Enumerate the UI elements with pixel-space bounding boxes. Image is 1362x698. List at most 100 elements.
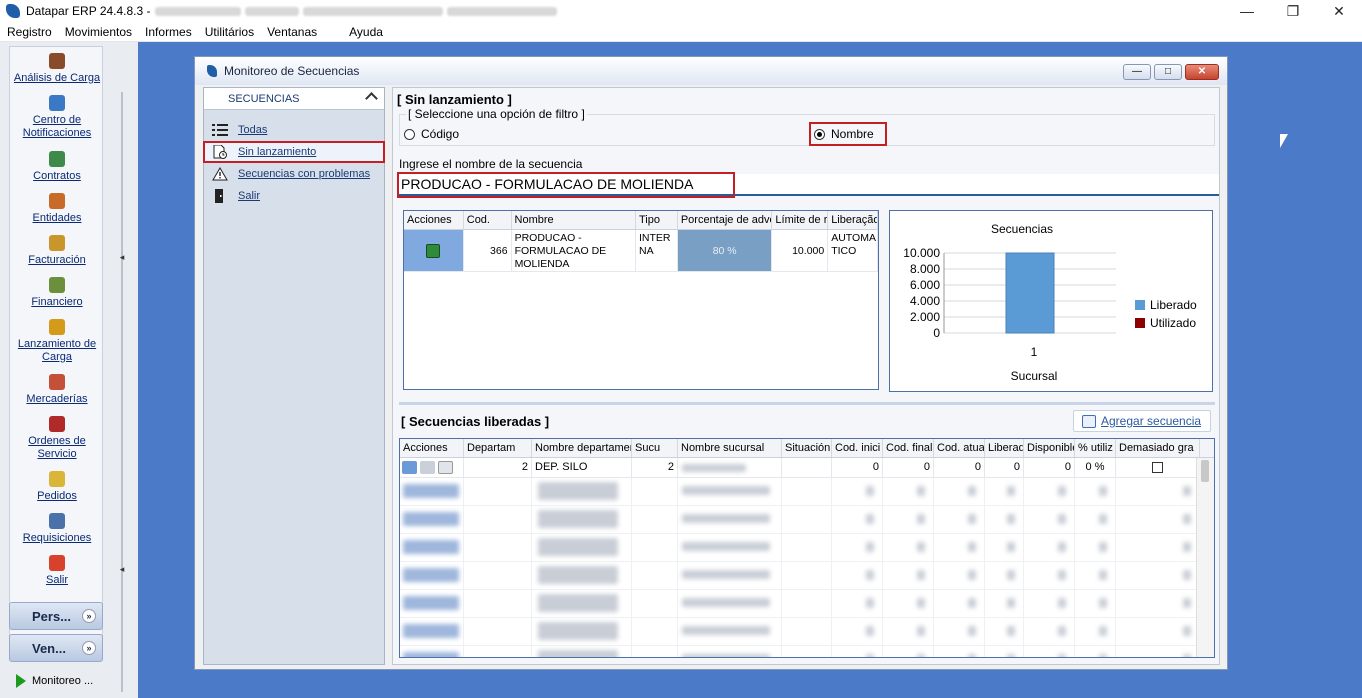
menu-registro[interactable]: Registro <box>7 25 52 39</box>
menu-ventanas[interactable]: Ventanas <box>267 25 317 39</box>
table-row[interactable] <box>400 646 1214 657</box>
col-cod[interactable]: Cod. <box>464 211 512 229</box>
chevron-down-icon[interactable]: » <box>82 609 96 623</box>
vertical-scrollbar[interactable] <box>1196 458 1214 657</box>
accordion-personal[interactable]: Pers... » <box>9 602 103 630</box>
sidebar-item-pedidos[interactable]: Pedidos <box>10 471 104 503</box>
menu-ayuda[interactable]: Ayuda <box>349 25 383 39</box>
menu-utilitarios[interactable]: Utilitários <box>205 25 254 39</box>
col-situacion[interactable]: Situación <box>782 439 832 457</box>
col-liberacao[interactable]: Liberação <box>828 211 878 229</box>
col-sucursal[interactable]: Sucu <box>632 439 678 457</box>
splitter[interactable]: ◂ ◂ <box>118 92 126 692</box>
col-cod-final[interactable]: Cod. final <box>883 439 934 457</box>
col-cod-atual[interactable]: Cod. atua <box>934 439 985 457</box>
nav-item-secuencias-con-problemas[interactable]: Secuencias con problemas <box>204 164 384 184</box>
add-sequence-button[interactable]: Agregar secuencia <box>1073 410 1211 432</box>
col-departamento[interactable]: Departam <box>464 439 532 457</box>
collapse-left-icon[interactable]: ◂ <box>118 252 126 262</box>
nav-item-sin-lanzamiento[interactable]: Sin lanzamiento <box>203 141 385 163</box>
accordion-ventas[interactable]: Ven... » <box>9 634 103 662</box>
pedidos-icon <box>49 471 65 487</box>
table-row[interactable] <box>400 618 1214 646</box>
close-button[interactable]: ✕ <box>1316 0 1362 22</box>
radio-nombre[interactable]: Nombre <box>809 122 887 146</box>
table-row[interactable]: 2 DEP. SILO 2 0 0 0 0 0 0 % <box>400 458 1214 478</box>
redacted-text <box>446 6 557 16</box>
col-porcentaje[interactable]: Porcentaje de adve <box>678 211 773 229</box>
money-bag-icon <box>49 235 65 251</box>
edit-icon[interactable] <box>426 243 441 258</box>
col-nombre[interactable]: Nombre <box>512 211 636 229</box>
cell-cod-atual: 0 <box>934 458 985 477</box>
edit-icon[interactable] <box>420 461 435 474</box>
box-icon <box>49 374 65 390</box>
col-acciones[interactable]: Acciones <box>404 211 464 229</box>
chart-y-tick-label: 8.000 <box>910 262 940 276</box>
table-row[interactable] <box>400 562 1214 590</box>
col-nombre-departamento[interactable]: Nombre departamen <box>532 439 632 457</box>
menu-informes[interactable]: Informes <box>145 25 192 39</box>
minimize-button[interactable]: — <box>1224 0 1270 22</box>
table-row[interactable] <box>400 534 1214 562</box>
sidebar-item-facturacion[interactable]: Facturación <box>10 235 104 267</box>
window-maximize-button[interactable]: □ <box>1154 64 1182 80</box>
legend-label-liberado: Liberado <box>1150 298 1197 312</box>
window-minimize-button[interactable]: — <box>1123 64 1151 80</box>
sidebar-item-salir[interactable]: Salir <box>10 555 104 587</box>
nav-header[interactable]: SECUENCIAS <box>204 88 384 110</box>
menu-movimientos[interactable]: Movimientos <box>65 25 132 39</box>
datapar-logo-icon <box>6 4 20 18</box>
sidebar-item-mercaderias[interactable]: Mercaderías <box>10 374 104 406</box>
view-icon[interactable] <box>402 461 417 474</box>
col-acciones[interactable]: Acciones <box>400 439 464 457</box>
sidebar-item-entidades[interactable]: Entidades <box>10 193 104 225</box>
sidebar-item-contratos[interactable]: Contratos <box>10 151 104 183</box>
redacted-text <box>154 6 241 16</box>
chevron-up-icon[interactable]: » <box>82 641 96 655</box>
sidebar-item-requisiciones[interactable]: Requisiciones <box>10 513 104 545</box>
app-title-bar: Datapar ERP 24.4.8.3 - — ❐ ✕ <box>0 0 1362 22</box>
col-nombre-sucursal[interactable]: Nombre sucursal <box>678 439 782 457</box>
col-tipo[interactable]: Tipo <box>636 211 678 229</box>
table-row[interactable] <box>400 478 1214 506</box>
col-cod-inicial[interactable]: Cod. inici <box>832 439 883 457</box>
truck-icon <box>49 319 65 335</box>
sidebar-item-lanzamiento-de-carga[interactable]: Lanzamiento de Carga <box>10 319 104 364</box>
table-row[interactable] <box>400 590 1214 618</box>
radio-codigo[interactable]: Código <box>404 127 459 141</box>
table-row[interactable]: 366 PRODUCAO - FORMULACAO DE MOLIENDA IN… <box>404 230 878 272</box>
module-nav: Análisis de Carga Centro de Notificacion… <box>9 46 103 638</box>
actions-cell[interactable] <box>404 230 464 271</box>
open-window-monitoreo[interactable]: Monitoreo ... <box>10 668 102 694</box>
sequence-name-label: Ingrese el nombre de la secuencia <box>399 157 583 171</box>
window-title-bar[interactable]: Monitoreo de Secuencias — □ ✕ <box>195 57 1227 85</box>
sidebar-item-ordenes-de-servicio[interactable]: Ordenes de Servicio <box>10 416 104 461</box>
col-liberado[interactable]: Liberad <box>985 439 1024 457</box>
restore-button[interactable]: ❐ <box>1270 0 1316 22</box>
cell-limite: 10.000 <box>772 230 829 271</box>
checkbox[interactable] <box>1152 462 1163 473</box>
cell-nombre-departamento: DEP. SILO <box>532 458 632 477</box>
scrollbar-thumb[interactable] <box>1201 460 1209 482</box>
chevron-up-icon[interactable] <box>365 92 378 105</box>
pencil-check-icon <box>49 513 65 529</box>
sequence-name-input[interactable] <box>399 174 1219 196</box>
cell-demasiado-grande <box>1116 458 1200 477</box>
col-utilizado[interactable]: % utiliz <box>1075 439 1116 457</box>
col-limite[interactable]: Límite de ra <box>772 211 829 229</box>
collapse-left-icon[interactable]: ◂ <box>118 564 126 574</box>
sequences-chart: Secuencias 10.000 8.000 6.000 4.000 2.000 0 1… <box>889 210 1213 392</box>
col-demasiado-grande[interactable]: Demasiado gra <box>1116 439 1200 457</box>
sidebar-item-analisis-de-carga[interactable]: Análisis de Carga <box>10 53 104 85</box>
delete-icon[interactable] <box>438 461 453 474</box>
window-close-button[interactable]: ✕ <box>1185 64 1219 80</box>
sidebar-item-centro-de-notificaciones[interactable]: Centro de Notificaciones <box>10 95 104 140</box>
col-disponible[interactable]: Disponible <box>1024 439 1075 457</box>
cell-liberado: 0 <box>985 458 1024 477</box>
nav-item-todas[interactable]: Todas <box>204 120 384 140</box>
window-monitoreo-de-secuencias: Monitoreo de Secuencias — □ ✕ SECUENCIAS… <box>194 56 1228 670</box>
nav-item-salir[interactable]: Salir <box>204 186 384 206</box>
sidebar-item-financiero[interactable]: Financiero <box>10 277 104 309</box>
table-row[interactable] <box>400 506 1214 534</box>
